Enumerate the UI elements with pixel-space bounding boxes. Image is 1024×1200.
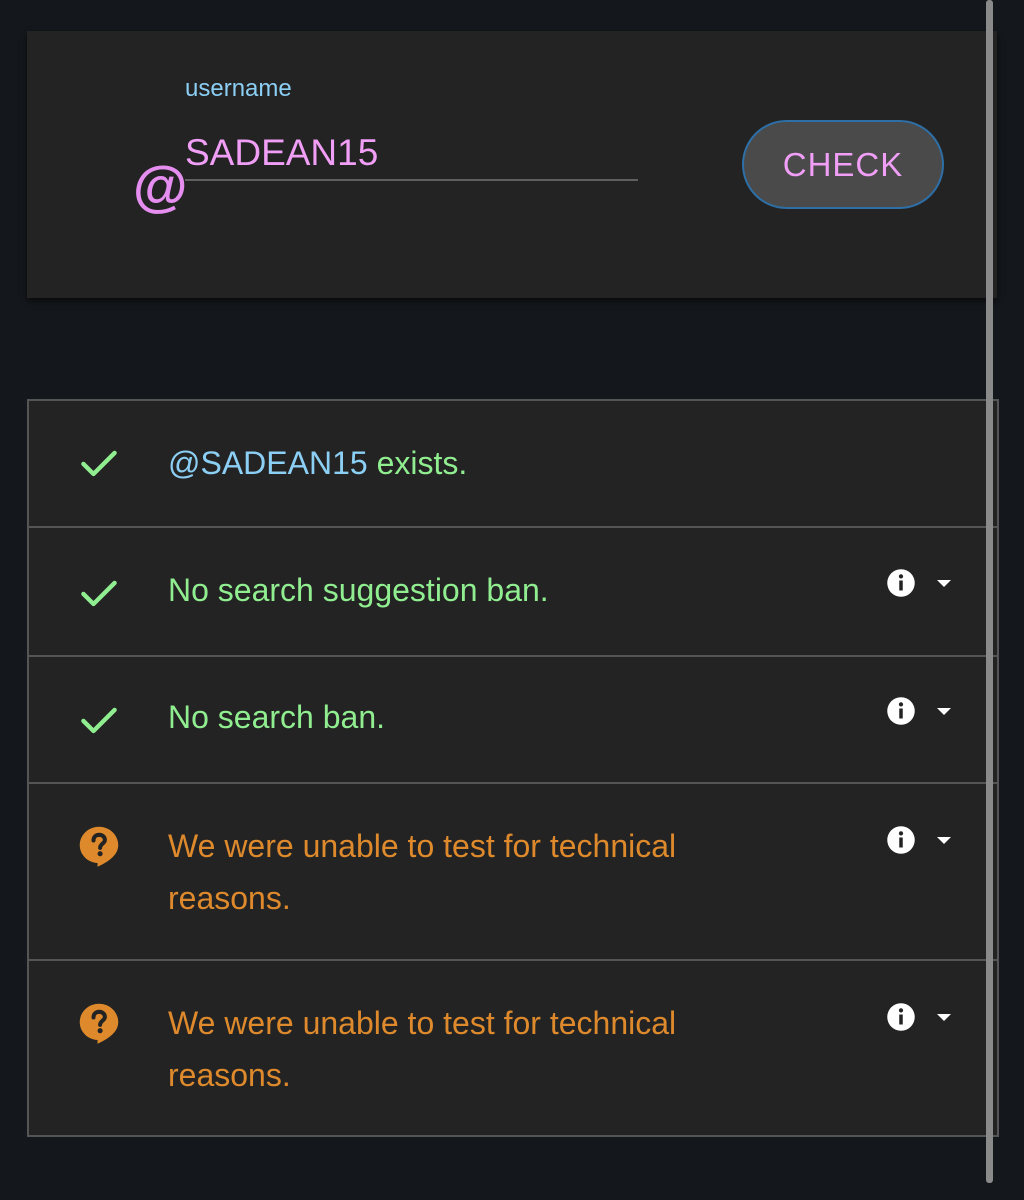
scrollbar[interactable] [986,0,993,1183]
result-text: No search suggestion ban. [168,572,549,608]
search-card: @ username CHECK [27,31,997,298]
result-text: @SADEAN15 exists. [168,437,467,489]
chevron-down-icon[interactable] [934,705,954,719]
result-text-line: reasons. [168,880,291,916]
results-list: @SADEAN15 exists. No search suggestion b… [27,399,999,1137]
chevron-down-icon[interactable] [934,1011,954,1025]
question-bubble-icon [79,826,119,867]
info-icon[interactable] [886,696,916,726]
result-text-line: reasons. [168,1057,291,1093]
check-button[interactable]: CHECK [742,120,944,209]
chevron-down-icon[interactable] [934,834,954,848]
result-text-line: We were unable to test for technical [168,1005,677,1041]
result-exists-text: exists. [367,445,468,481]
username-label: username [185,75,292,102]
result-text-line: We were unable to test for technical [168,828,677,864]
info-icon[interactable] [886,825,916,855]
check-icon [81,580,117,607]
result-text: No search ban. [168,699,386,735]
user-handle: @SADEAN15 [168,445,368,481]
question-bubble-icon [79,1003,119,1044]
result-row-ghost-ban[interactable]: We were unable to test for technical rea… [29,782,997,959]
check-icon [81,450,117,477]
result-row-search-ban[interactable]: No search ban. [29,655,997,782]
result-row-exists: @SADEAN15 exists. [29,401,997,526]
result-text: We were unable to test for technical rea… [168,820,676,924]
info-icon[interactable] [886,1002,916,1032]
check-icon [81,707,117,734]
username-input[interactable] [185,127,638,181]
at-sign-icon: @ [132,155,187,218]
result-row-suggestion-ban[interactable]: No search suggestion ban. [29,526,997,655]
result-text: We were unable to test for technical rea… [168,997,676,1101]
result-row-reply-deboosting[interactable]: We were unable to test for technical rea… [29,959,997,1135]
info-icon[interactable] [886,568,916,598]
chevron-down-icon[interactable] [934,577,954,591]
